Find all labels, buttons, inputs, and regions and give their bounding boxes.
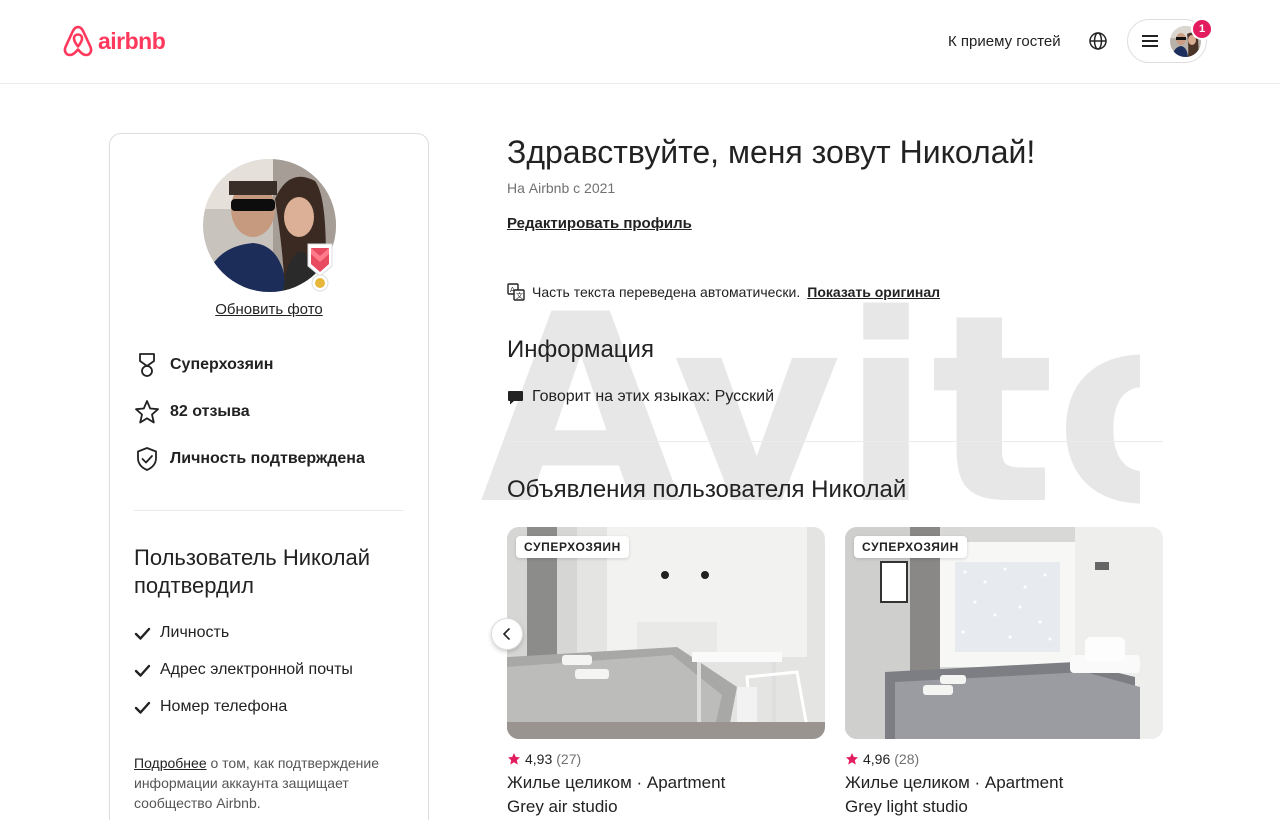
listing-photo[interactable]: СУПЕРХОЗЯИН [845,527,1163,739]
star-icon [846,753,858,765]
checkmark-icon [134,627,151,640]
section-divider [507,441,1163,442]
show-original-link[interactable]: Показать оригинал [807,284,940,300]
svg-text:文: 文 [516,291,523,300]
update-photo-link[interactable]: Обновить фото [110,301,428,318]
verified-item-phone: Номер телефона [134,698,287,716]
verified-item-label: Личность [160,624,230,641]
verified-item-identity: Личность [134,624,229,642]
listings-section-title: Объявления пользователя Николай [507,476,907,503]
stat-superhost: Суперхозяин [134,352,273,378]
superhost-badge-icon [307,243,333,292]
translation-notice-text: Часть текста переведена автоматически. [532,284,801,300]
superhost-tag: СУПЕРХОЗЯИН [854,536,967,558]
listing-card[interactable]: СУПЕРХОЗЯИН 4,93 (27) Жилье целиком · Ap… [507,527,825,820]
page-title: Здравствуйте, меня зовут Николай! [507,134,1036,170]
user-menu-button[interactable]: 1 [1127,18,1213,63]
edit-profile-link[interactable]: Редактировать профиль [507,215,692,232]
globe-icon[interactable] [1088,31,1108,51]
translation-notice: A 文 Часть текста переведена автоматическ… [507,283,940,301]
learn-more-text: Подробнее о том, как подтверждение инфор… [134,753,414,813]
stat-identity: Личность подтверждена [134,446,365,472]
rating-value: 4,96 [863,751,891,767]
review-count: (27) [556,751,582,767]
info-section-title: Информация [507,336,654,363]
shield-check-icon [137,447,157,471]
verified-item-email: Адрес электронной почты [134,661,353,679]
languages-text: Говорит на этих языках: Русский [532,388,775,405]
top-nav: airbnb К приему гостей 1 [0,0,1280,84]
verified-title: Пользователь Николай подтвердил [134,545,371,598]
stat-identity-label: Личность подтверждена [170,450,365,467]
rating-value: 4,93 [525,751,553,767]
notification-badge: 1 [1191,18,1213,40]
learn-more-link[interactable]: Подробнее [134,755,207,771]
airbnb-logo-icon [63,25,93,57]
checkmark-icon [134,664,151,677]
languages-line: Говорит на этих языках: Русский [507,388,774,406]
airbnb-logo[interactable]: airbnb [62,24,166,58]
verified-item-label: Номер телефона [160,698,288,715]
star-icon [135,400,159,424]
listing-type: Жилье целиком · Apartment [845,773,1064,792]
menu-icon [1142,35,1158,47]
superhost-medal-icon [139,353,155,377]
stat-reviews[interactable]: 82 отзыва [134,399,250,425]
star-icon [508,753,520,765]
review-count: (28) [894,751,920,767]
card-divider [134,510,404,511]
chevron-left-icon [503,628,510,640]
checkmark-icon [134,701,151,714]
svg-text:Avito: Avito [480,270,1140,550]
carousel-prev-button[interactable] [491,618,523,650]
verified-item-label: Адрес электронной почты [160,661,353,678]
translate-icon: A 文 [507,283,525,301]
listing-name[interactable]: Grey light studio [845,797,968,817]
listing-card[interactable]: СУПЕРХОЗЯИН 4,96 (28) Жилье целиком · Ap… [845,527,1163,820]
superhost-tag: СУПЕРХОЗЯИН [516,536,629,558]
logo-text: airbnb [98,27,166,54]
host-link[interactable]: К приему гостей [948,33,1061,50]
listing-rating: 4,93 (27) [507,751,581,767]
listing-rating: 4,96 (28) [845,751,919,767]
stat-superhost-label: Суперхозяин [170,356,274,373]
listing-photo[interactable]: СУПЕРХОЗЯИН [507,527,825,739]
profile-card: Обновить фото Суперхозяин 82 отзыва Личн… [109,133,429,820]
listing-name[interactable]: Grey air studio [507,797,618,817]
member-since: На Airbnb с 2021 [507,180,616,196]
stat-reviews-label: 82 отзыва [170,403,250,420]
listing-type: Жилье целиком · Apartment [507,773,726,792]
speech-bubble-icon [508,390,523,404]
